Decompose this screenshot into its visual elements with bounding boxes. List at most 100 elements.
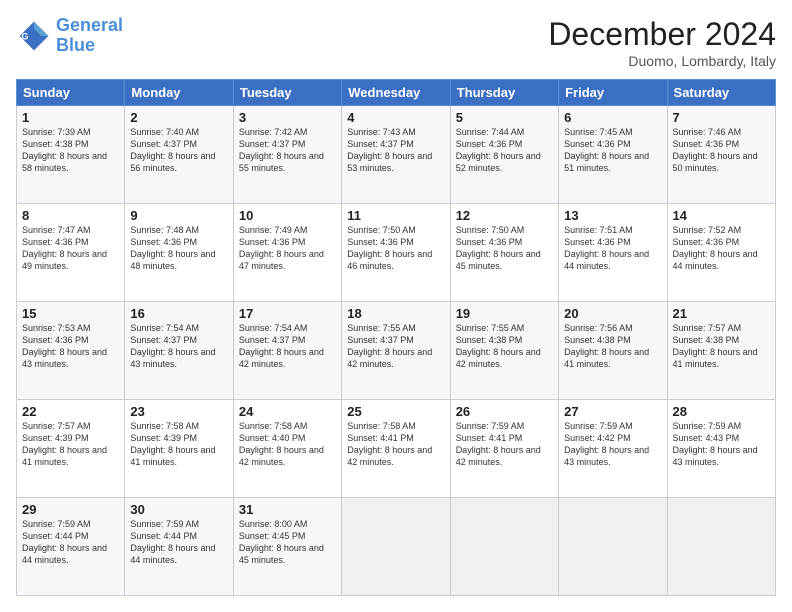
cell-info: Sunrise: 7:56 AMSunset: 4:38 PMDaylight:… [564,322,661,371]
calendar-cell: 14 Sunrise: 7:52 AMSunset: 4:36 PMDaylig… [667,204,775,302]
day-number: 16 [130,306,227,321]
cell-info: Sunrise: 7:48 AMSunset: 4:36 PMDaylight:… [130,224,227,273]
calendar-cell: 25 Sunrise: 7:58 AMSunset: 4:41 PMDaylig… [342,400,450,498]
logo-line1: General [56,15,123,35]
logo: G General Blue [16,16,123,56]
week-row-2: 8 Sunrise: 7:47 AMSunset: 4:36 PMDayligh… [17,204,776,302]
cell-info: Sunrise: 7:59 AMSunset: 4:41 PMDaylight:… [456,420,553,469]
cell-info: Sunrise: 7:44 AMSunset: 4:36 PMDaylight:… [456,126,553,175]
calendar-cell [559,498,667,596]
day-number: 29 [22,502,119,517]
calendar-cell: 9 Sunrise: 7:48 AMSunset: 4:36 PMDayligh… [125,204,233,302]
weekday-sunday: Sunday [17,80,125,106]
cell-info: Sunrise: 7:59 AMSunset: 4:44 PMDaylight:… [130,518,227,567]
weekday-saturday: Saturday [667,80,775,106]
calendar-cell: 19 Sunrise: 7:55 AMSunset: 4:38 PMDaylig… [450,302,558,400]
day-number: 22 [22,404,119,419]
calendar-cell: 17 Sunrise: 7:54 AMSunset: 4:37 PMDaylig… [233,302,341,400]
cell-info: Sunrise: 7:50 AMSunset: 4:36 PMDaylight:… [456,224,553,273]
calendar-cell: 10 Sunrise: 7:49 AMSunset: 4:36 PMDaylig… [233,204,341,302]
calendar-cell: 21 Sunrise: 7:57 AMSunset: 4:38 PMDaylig… [667,302,775,400]
day-number: 13 [564,208,661,223]
calendar-cell: 22 Sunrise: 7:57 AMSunset: 4:39 PMDaylig… [17,400,125,498]
day-number: 30 [130,502,227,517]
calendar-cell: 23 Sunrise: 7:58 AMSunset: 4:39 PMDaylig… [125,400,233,498]
cell-info: Sunrise: 7:58 AMSunset: 4:40 PMDaylight:… [239,420,336,469]
day-number: 5 [456,110,553,125]
day-number: 18 [347,306,444,321]
calendar-cell [667,498,775,596]
week-row-5: 29 Sunrise: 7:59 AMSunset: 4:44 PMDaylig… [17,498,776,596]
logo-icon: G [16,18,52,54]
day-number: 26 [456,404,553,419]
day-number: 3 [239,110,336,125]
weekday-header-row: SundayMondayTuesdayWednesdayThursdayFrid… [17,80,776,106]
location: Duomo, Lombardy, Italy [548,53,776,69]
calendar-cell: 16 Sunrise: 7:54 AMSunset: 4:37 PMDaylig… [125,302,233,400]
day-number: 25 [347,404,444,419]
calendar: SundayMondayTuesdayWednesdayThursdayFrid… [16,79,776,596]
title-block: December 2024 Duomo, Lombardy, Italy [548,16,776,69]
day-number: 31 [239,502,336,517]
calendar-cell: 24 Sunrise: 7:58 AMSunset: 4:40 PMDaylig… [233,400,341,498]
day-number: 14 [673,208,770,223]
svg-text:G: G [21,31,28,41]
cell-info: Sunrise: 7:46 AMSunset: 4:36 PMDaylight:… [673,126,770,175]
day-number: 20 [564,306,661,321]
day-number: 23 [130,404,227,419]
cell-info: Sunrise: 7:58 AMSunset: 4:41 PMDaylight:… [347,420,444,469]
cell-info: Sunrise: 7:42 AMSunset: 4:37 PMDaylight:… [239,126,336,175]
cell-info: Sunrise: 7:55 AMSunset: 4:37 PMDaylight:… [347,322,444,371]
day-number: 24 [239,404,336,419]
day-number: 17 [239,306,336,321]
logo-text: General Blue [56,16,123,56]
cell-info: Sunrise: 7:58 AMSunset: 4:39 PMDaylight:… [130,420,227,469]
calendar-cell: 2 Sunrise: 7:40 AMSunset: 4:37 PMDayligh… [125,106,233,204]
calendar-cell [342,498,450,596]
calendar-cell: 28 Sunrise: 7:59 AMSunset: 4:43 PMDaylig… [667,400,775,498]
day-number: 4 [347,110,444,125]
calendar-cell: 4 Sunrise: 7:43 AMSunset: 4:37 PMDayligh… [342,106,450,204]
calendar-cell: 15 Sunrise: 7:53 AMSunset: 4:36 PMDaylig… [17,302,125,400]
day-number: 1 [22,110,119,125]
day-number: 9 [130,208,227,223]
calendar-cell: 11 Sunrise: 7:50 AMSunset: 4:36 PMDaylig… [342,204,450,302]
calendar-cell: 27 Sunrise: 7:59 AMSunset: 4:42 PMDaylig… [559,400,667,498]
cell-info: Sunrise: 7:57 AMSunset: 4:38 PMDaylight:… [673,322,770,371]
calendar-cell: 6 Sunrise: 7:45 AMSunset: 4:36 PMDayligh… [559,106,667,204]
cell-info: Sunrise: 7:54 AMSunset: 4:37 PMDaylight:… [130,322,227,371]
calendar-cell: 18 Sunrise: 7:55 AMSunset: 4:37 PMDaylig… [342,302,450,400]
week-row-4: 22 Sunrise: 7:57 AMSunset: 4:39 PMDaylig… [17,400,776,498]
weekday-thursday: Thursday [450,80,558,106]
day-number: 28 [673,404,770,419]
calendar-cell [450,498,558,596]
day-number: 7 [673,110,770,125]
cell-info: Sunrise: 7:47 AMSunset: 4:36 PMDaylight:… [22,224,119,273]
cell-info: Sunrise: 7:50 AMSunset: 4:36 PMDaylight:… [347,224,444,273]
day-number: 8 [22,208,119,223]
day-number: 15 [22,306,119,321]
cell-info: Sunrise: 7:54 AMSunset: 4:37 PMDaylight:… [239,322,336,371]
calendar-cell: 3 Sunrise: 7:42 AMSunset: 4:37 PMDayligh… [233,106,341,204]
cell-info: Sunrise: 7:39 AMSunset: 4:38 PMDaylight:… [22,126,119,175]
week-row-3: 15 Sunrise: 7:53 AMSunset: 4:36 PMDaylig… [17,302,776,400]
week-row-1: 1 Sunrise: 7:39 AMSunset: 4:38 PMDayligh… [17,106,776,204]
day-number: 21 [673,306,770,321]
calendar-cell: 31 Sunrise: 8:00 AMSunset: 4:45 PMDaylig… [233,498,341,596]
weekday-friday: Friday [559,80,667,106]
page: G General Blue December 2024 Duomo, Lomb… [0,0,792,612]
calendar-cell: 12 Sunrise: 7:50 AMSunset: 4:36 PMDaylig… [450,204,558,302]
day-number: 12 [456,208,553,223]
calendar-cell: 1 Sunrise: 7:39 AMSunset: 4:38 PMDayligh… [17,106,125,204]
cell-info: Sunrise: 7:52 AMSunset: 4:36 PMDaylight:… [673,224,770,273]
day-number: 6 [564,110,661,125]
month-title: December 2024 [548,16,776,53]
logo-line2: Blue [56,35,95,55]
cell-info: Sunrise: 7:55 AMSunset: 4:38 PMDaylight:… [456,322,553,371]
cell-info: Sunrise: 8:00 AMSunset: 4:45 PMDaylight:… [239,518,336,567]
weekday-tuesday: Tuesday [233,80,341,106]
cell-info: Sunrise: 7:45 AMSunset: 4:36 PMDaylight:… [564,126,661,175]
calendar-cell: 13 Sunrise: 7:51 AMSunset: 4:36 PMDaylig… [559,204,667,302]
day-number: 27 [564,404,661,419]
day-number: 19 [456,306,553,321]
